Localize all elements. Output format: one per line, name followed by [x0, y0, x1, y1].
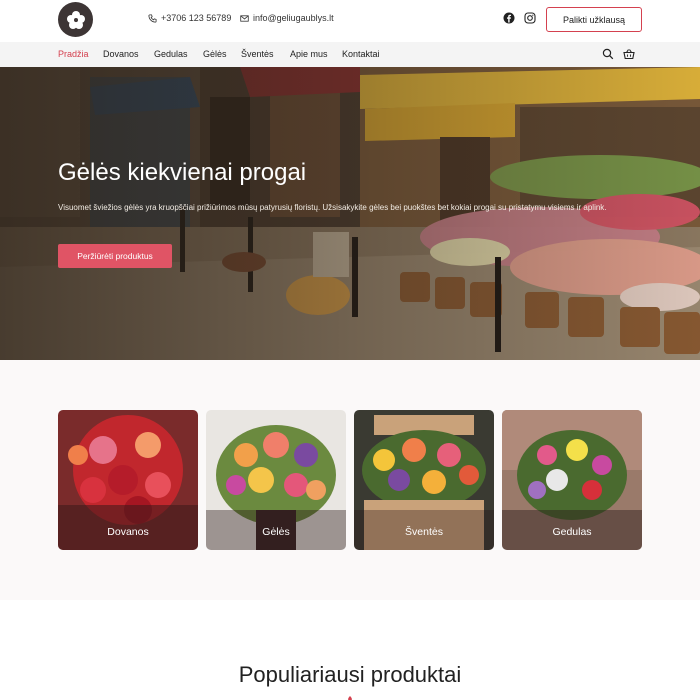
category-card-holidays[interactable]: Šventės — [354, 410, 494, 550]
nav-item-contacts[interactable]: Kontaktai — [342, 49, 380, 59]
mail-icon — [240, 14, 249, 22]
phone-icon — [148, 13, 157, 23]
view-products-button[interactable]: Peržiūrėti produktus — [58, 244, 172, 268]
category-card-flowers[interactable]: Gėlės — [206, 410, 346, 550]
nav-item-holidays[interactable]: Šventės — [241, 49, 274, 59]
hero-banner: Gėlės kiekvienai progai Visuomet šviežio… — [0, 67, 700, 360]
category-label: Gedulas — [552, 526, 592, 538]
main-nav: Pradžia Dovanos Gedulas Gėlės Šventės Ap… — [0, 42, 700, 67]
phone-contact[interactable]: +3706 123 56789 — [148, 13, 231, 23]
decorative-flower-icon — [348, 696, 352, 700]
popular-products-section: Populiariausi produktai — [0, 600, 700, 700]
category-label: Šventės — [405, 526, 443, 538]
nav-item-flowers[interactable]: Gėlės — [203, 49, 227, 59]
category-card-funeral[interactable]: Gedulas — [502, 410, 642, 550]
basket-icon[interactable] — [623, 48, 635, 60]
nav-item-home[interactable]: Pradžia — [58, 49, 89, 59]
category-label: Gėlės — [262, 526, 290, 538]
facebook-icon[interactable] — [503, 12, 515, 24]
top-bar: +3706 123 56789 info@geliugaublys.lt Pal… — [0, 0, 700, 42]
search-icon[interactable] — [602, 48, 614, 60]
hero-title: Gėlės kiekvienai progai — [58, 159, 307, 186]
section-title: Populiariausi produktai — [238, 662, 462, 687]
email-address: info@geliugaublys.lt — [253, 13, 334, 23]
category-label: Dovanos — [107, 526, 149, 538]
flower-logo-icon — [66, 10, 85, 29]
nav-item-about[interactable]: Apie mus — [290, 49, 328, 59]
nav-item-funeral[interactable]: Gedulas — [154, 49, 188, 59]
nav-item-gifts[interactable]: Dovanos — [103, 49, 139, 59]
logo[interactable] — [58, 2, 93, 37]
hero-description: Visuomet šviežios gėlės yra kruopščiai p… — [58, 203, 607, 212]
categories-section: Dovanos Gėlės Šventės Gedulas — [0, 360, 700, 600]
category-card-gifts[interactable]: Dovanos — [58, 410, 198, 550]
phone-number: +3706 123 56789 — [161, 13, 232, 23]
request-button[interactable]: Palikti užklausą — [546, 7, 642, 32]
email-contact[interactable]: info@geliugaublys.lt — [240, 13, 334, 23]
instagram-icon[interactable] — [524, 12, 536, 24]
